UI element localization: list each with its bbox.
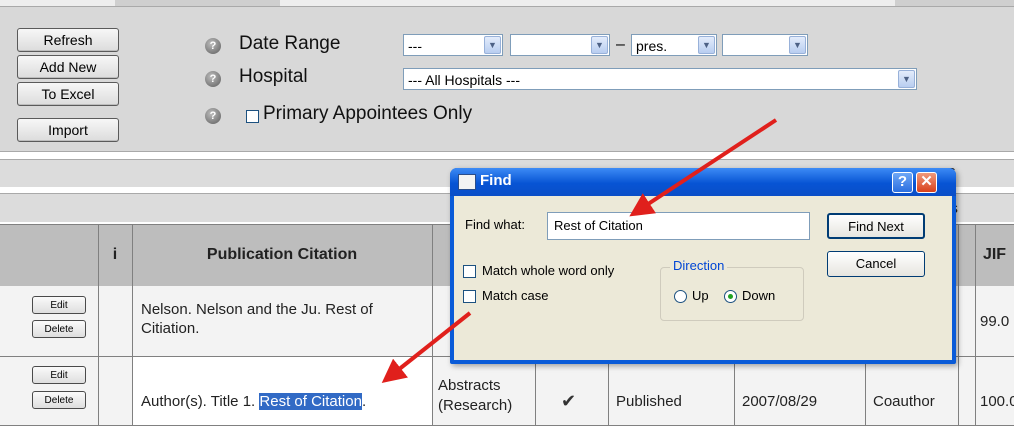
hospital-select[interactable]: --- All Hospitals --- ▼ [403,68,917,90]
chevron-down-icon[interactable]: ▼ [898,70,915,88]
delete-button[interactable]: Delete [32,320,86,338]
chevron-down-icon[interactable]: ▼ [789,36,806,54]
match-whole-word-label: Match whole word only [482,263,615,278]
date-to-month-value: pres. [636,38,668,54]
edit-button[interactable]: Edit [32,366,86,384]
citation-cell: Author(s). Title 1. Rest of Citation. [141,393,366,410]
add-new-button[interactable]: Add New [17,55,119,79]
jif-cell: 99.0 [980,313,1010,330]
match-case-label: Match case [482,288,549,303]
help-icon[interactable]: ? [205,38,221,54]
find-next-button[interactable]: Find Next [827,213,925,239]
date-from-year-select[interactable]: ▼ [510,34,610,56]
import-button[interactable]: Import [17,118,119,142]
direction-label: Direction [670,258,728,273]
column-divider [132,224,133,426]
date-cell: 2007/08/29 [742,393,818,410]
primary-appointees-label: Primary Appointees Only [263,103,473,124]
direction-down-radio[interactable] [724,290,737,303]
date-to-month-select[interactable]: pres. ▼ [631,34,717,56]
close-button[interactable]: ✕ [916,172,937,193]
status-cell: Published [616,393,682,410]
chevron-down-icon[interactable]: ▼ [591,36,608,54]
column-divider [98,224,99,426]
help-icon[interactable]: ? [205,108,221,124]
role-cell: Coauthor [873,393,935,410]
date-separator: – [616,36,625,53]
column-divider [734,357,735,426]
citation-text: Author(s). Title 1. [141,393,256,410]
find-dialog-titlebar[interactable]: Find ? ✕ [450,168,956,196]
chevron-down-icon[interactable]: ▼ [698,36,715,54]
search-match-highlight: Rest of Citation [259,393,362,410]
column-divider [975,224,976,426]
column-divider [535,357,536,426]
find-what-label: Find what: [465,217,525,232]
citation-cell-background [132,357,432,425]
find-dialog-title: Find [480,172,512,189]
hospital-value: --- All Hospitals --- [408,72,521,88]
jif-column-header[interactable]: JIF [975,224,1014,286]
citation-text-end: . [361,393,367,410]
chevron-down-icon[interactable]: ▼ [484,36,501,54]
direction-up-label: Up [692,288,709,303]
date-to-year-select[interactable]: ▼ [722,34,808,56]
jif-cell: 100.0 [980,393,1014,410]
primary-appointees-checkbox[interactable] [246,110,259,123]
direction-up-radio[interactable] [674,290,687,303]
citation-column-header[interactable]: Publication Citation [132,224,432,286]
delete-button[interactable]: Delete [32,391,86,409]
help-button[interactable]: ? [892,172,913,193]
find-what-input[interactable]: Rest of Citation [547,212,810,240]
info-column-header: i [112,246,118,263]
column-divider [958,224,959,426]
date-from-month-select[interactable]: --- ▼ [403,34,503,56]
match-case-checkbox[interactable] [463,290,476,303]
cancel-button[interactable]: Cancel [827,251,925,277]
match-whole-word-checkbox[interactable] [463,265,476,278]
date-from-month-value: --- [408,38,422,54]
find-window-icon [458,174,476,190]
find-dialog: Find ? ✕ Find what: Rest of Citation Fin… [450,168,956,364]
column-divider [608,357,609,426]
column-divider [865,357,866,426]
date-range-label: Date Range [239,33,341,54]
edit-button[interactable]: Edit [32,296,86,314]
type-cell: Abstracts (Research) [438,377,513,414]
checkmark-icon: ✔ [561,391,577,411]
direction-down-label: Down [742,288,776,303]
find-dialog-body: Find what: Rest of Citation Find Next Ca… [454,196,952,360]
refresh-button[interactable]: Refresh [17,28,119,52]
column-divider [432,224,433,426]
hospital-label: Hospital [239,66,308,87]
citation-cell: Nelson. Nelson and the Ju. Rest of Citia… [141,301,373,337]
help-icon[interactable]: ? [205,71,221,87]
to-excel-button[interactable]: To Excel [17,82,119,106]
